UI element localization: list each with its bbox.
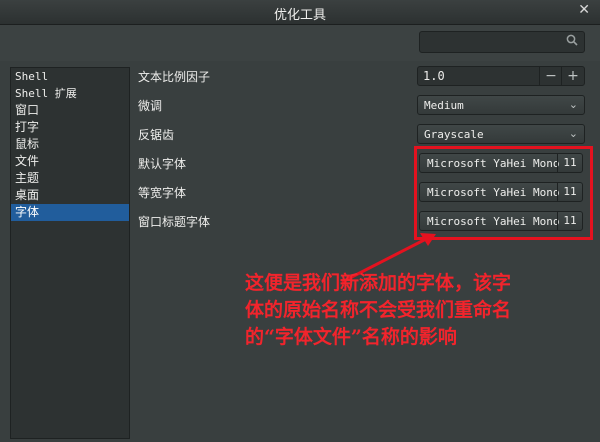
annotation-line: 这便是我们新添加的字体，该字 xyxy=(245,272,512,294)
annotation-line: 体的原始名称不会受我们重命名 xyxy=(245,299,512,321)
annotation-text: 这便是我们新添加的字体，该字 体的原始名称不会受我们重命名 的“字体文件”名称的… xyxy=(245,270,585,351)
annotation-line: 的“字体文件”名称的影响 xyxy=(245,326,457,348)
annotation-arrow xyxy=(341,233,436,284)
